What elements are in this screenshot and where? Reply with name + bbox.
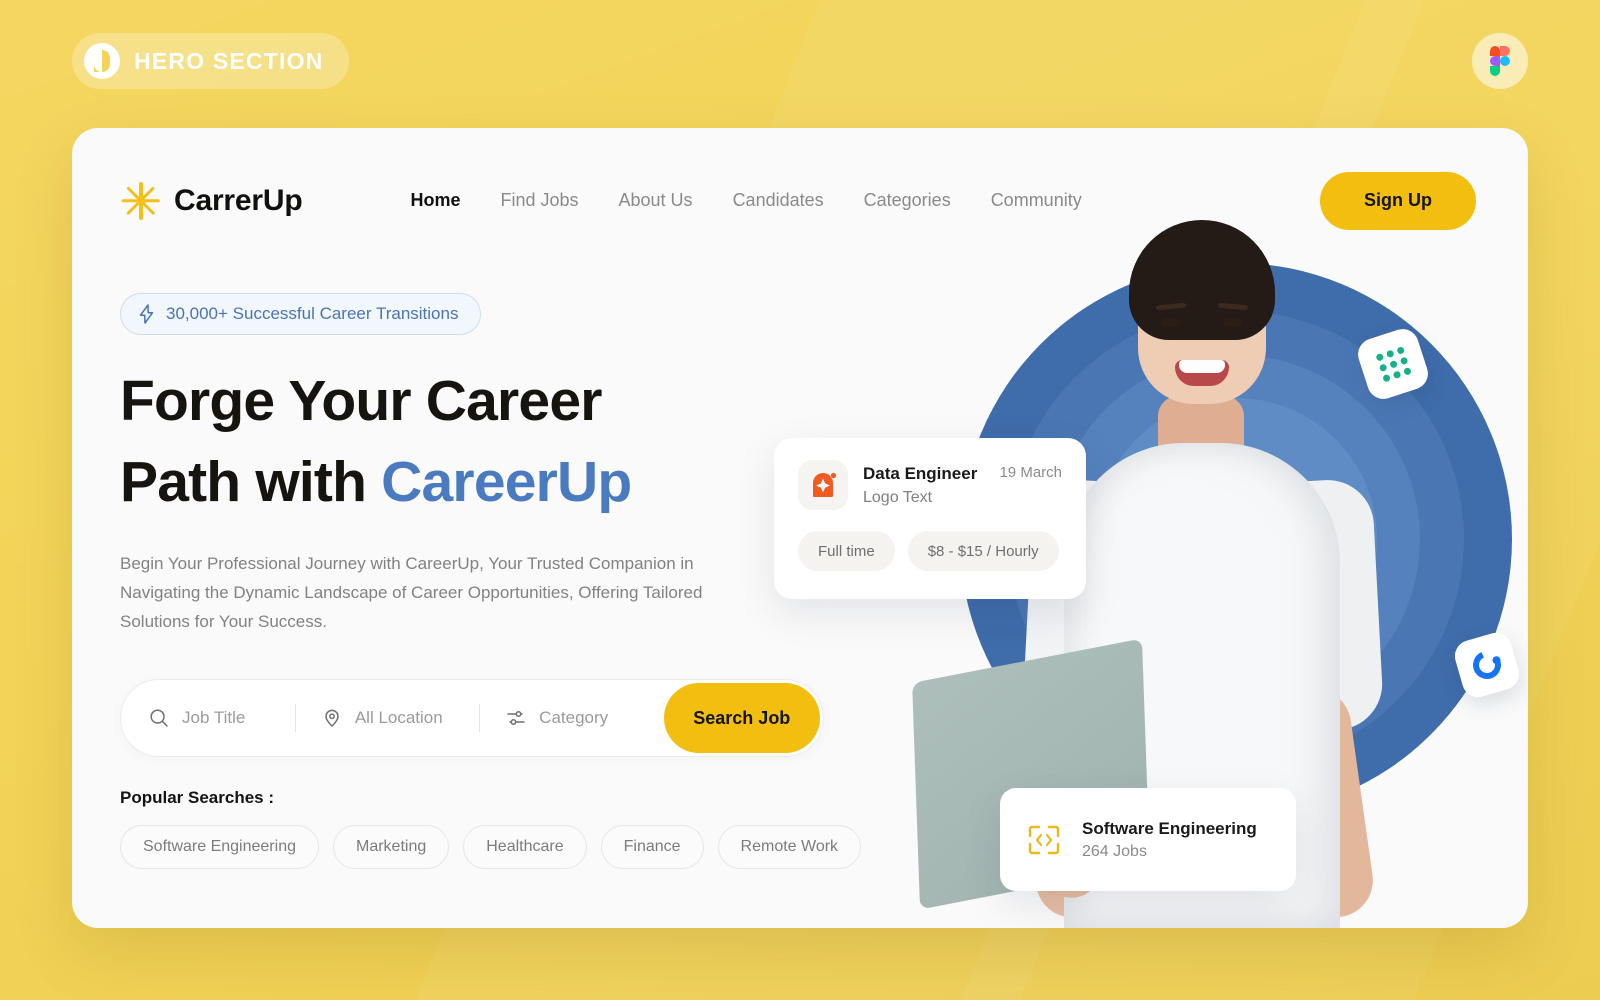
job-card-title: Data Engineer <box>863 464 978 484</box>
search-category-placeholder: Category <box>539 708 609 727</box>
search-input-location[interactable]: All Location <box>296 708 479 728</box>
eye-right <box>1223 318 1243 327</box>
lightning-bolt-icon <box>139 304 154 324</box>
nav-item-home[interactable]: Home <box>410 190 460 211</box>
popular-chip-finance[interactable]: Finance <box>600 825 704 869</box>
stat-badge: 30,000+ Successful Career Transitions <box>120 293 482 335</box>
popular-chip-software-engineering[interactable]: Software Engineering <box>120 825 319 869</box>
page-title: Forge Your Career Path with CareerUp <box>120 361 850 523</box>
search-input-job-title[interactable]: Job Title <box>121 708 295 728</box>
job-tag-employment-type[interactable]: Full time <box>798 531 895 571</box>
job-card-identity: Data Engineer Logo Text <box>863 463 977 506</box>
map-pin-icon <box>325 709 339 727</box>
code-brackets-icon <box>1028 825 1060 854</box>
popular-searches-chips: Software Engineering Marketing Healthcar… <box>120 825 862 869</box>
hero-section-tag-label: HERO SECTION <box>134 47 324 74</box>
headline-accent: CareerUp <box>381 449 632 514</box>
stat-badge-label: 30,000+ Successful Career Transitions <box>166 304 459 323</box>
nav-item-find-jobs[interactable]: Find Jobs <box>500 190 578 211</box>
teeth <box>1179 360 1225 373</box>
category-card-title: Software Engineering <box>1082 818 1257 838</box>
search-icon <box>150 709 168 727</box>
popular-searches-label: Popular Searches : <box>120 788 275 807</box>
job-tag-salary[interactable]: $8 - $15 / Hourly <box>907 531 1059 571</box>
category-card-text: Software Engineering 264 Jobs <box>1082 819 1257 861</box>
refresh-ring-glyph <box>1468 646 1506 684</box>
figma-logo-icon[interactable] <box>1472 33 1528 89</box>
hero-page-card: CarrerUp Home Find Jobs About Us Candida… <box>72 128 1528 928</box>
circle-p-logo-icon <box>84 43 120 79</box>
eye-left <box>1161 318 1181 327</box>
brand-name: CarrerUp <box>174 183 303 217</box>
figma-glyph <box>1490 46 1510 76</box>
category-card-count: 264 Jobs <box>1082 842 1147 860</box>
brand-logo[interactable]: CarrerUp <box>120 180 303 222</box>
nav-item-candidates[interactable]: Candidates <box>733 190 824 211</box>
job-card-date: 19 March <box>999 464 1062 481</box>
dots-grid <box>1374 345 1412 383</box>
search-location-placeholder: All Location <box>354 708 443 727</box>
headline-line-2-prefix: Path with <box>120 449 382 514</box>
starburst-icon <box>120 180 162 222</box>
search-input-category[interactable]: Category <box>480 708 663 728</box>
popular-chip-marketing[interactable]: Marketing <box>332 825 450 869</box>
job-card-header: Data Engineer Logo Text 19 March <box>798 460 1062 510</box>
headline-line-1: Forge Your Career <box>120 369 602 433</box>
hero-subcopy: Begin Your Professional Journey with Car… <box>120 553 703 632</box>
search-job-title-placeholder: Job Title <box>182 708 246 727</box>
mouth <box>1175 360 1229 386</box>
job-card-tags: Full time $8 - $15 / Hourly <box>798 531 1062 571</box>
job-card-company: Logo Text <box>863 488 933 506</box>
nav-item-about-us[interactable]: About Us <box>619 190 693 211</box>
orange-sparkle-logo-icon <box>798 460 848 510</box>
hero-section-tag: HERO SECTION <box>72 33 350 89</box>
sliders-filter-icon <box>507 711 525 725</box>
popular-chip-healthcare[interactable]: Healthcare <box>463 825 587 869</box>
job-search-bar: Job Title All Location Category Search J… <box>120 679 824 757</box>
hair <box>1129 220 1275 340</box>
search-job-button[interactable]: Search Job <box>663 683 820 753</box>
category-preview-card[interactable]: Software Engineering 264 Jobs <box>1000 788 1296 891</box>
hero-text-column: 30,000+ Successful Career Transitions Fo… <box>120 293 850 637</box>
job-preview-card[interactable]: Data Engineer Logo Text 19 March Full ti… <box>774 438 1086 599</box>
